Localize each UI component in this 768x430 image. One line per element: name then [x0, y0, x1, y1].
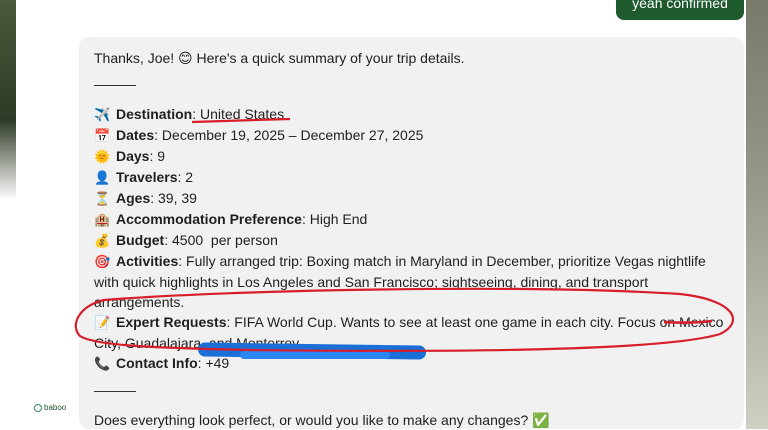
- divider-top: [94, 85, 136, 86]
- summary-value: +49: [205, 355, 230, 371]
- summary-item-destination: ✈️ Destination: United States: [94, 104, 728, 125]
- summary-label: Accommodation Preference: [116, 211, 302, 227]
- summary-value: 2: [185, 169, 194, 185]
- summary-label: Expert Requests: [116, 314, 227, 330]
- background-photo-right: [746, 0, 768, 429]
- baboo-logo-icon: [34, 403, 42, 412]
- phone-icon: 📞: [94, 356, 111, 371]
- bot-avatar-label: baboo: [44, 403, 67, 412]
- summary-label: Budget: [116, 232, 165, 248]
- summary-item-travelers: 👤 Travelers: 2: [94, 167, 728, 188]
- airplane-icon: ✈️: [94, 107, 111, 122]
- bot-avatar: baboo: [34, 403, 66, 412]
- summary-value: 4500 per person: [172, 232, 278, 248]
- money-bag-icon: 💰: [94, 233, 111, 248]
- memo-icon: 📝: [94, 315, 111, 330]
- user-message-bubble: yeah confirmed: [616, 0, 744, 20]
- target-icon: 🎯: [94, 254, 111, 269]
- sun-icon: 🌞: [94, 149, 111, 164]
- summary-value: 9: [157, 148, 166, 164]
- bot-message-bubble: Thanks, Joe! 😊 Here's a quick summary of…: [79, 37, 744, 429]
- user-message-text: yeah confirmed: [632, 0, 728, 11]
- redaction-scribble-2: [240, 351, 390, 359]
- summary-value: High End: [309, 211, 368, 227]
- summary-value: December 19, 2025 – December 27, 2025: [161, 127, 424, 143]
- summary-label: Destination: [116, 106, 193, 122]
- summary-label: Contact Info: [116, 355, 198, 371]
- hotel-icon: 🏨: [94, 212, 111, 227]
- background-photo-left: [0, 0, 16, 200]
- summary-item-budget: 💰 Budget: 4500 per person: [94, 230, 728, 251]
- summary-item-accommodation: 🏨 Accommodation Preference: High End: [94, 209, 728, 230]
- closing-question: Does everything look perfect, or would y…: [94, 412, 550, 428]
- intro-text: Thanks, Joe! 😊 Here's a quick summary of…: [94, 50, 465, 66]
- summary-value: Fully arranged trip: Boxing match in Mar…: [94, 253, 706, 310]
- summary-label: Days: [116, 148, 150, 164]
- divider-bottom: [94, 391, 136, 392]
- summary-value: 39, 39: [158, 190, 197, 206]
- summary-value: United States: [200, 106, 285, 122]
- summary-item-ages: ⏳ Ages: 39, 39: [94, 188, 728, 209]
- person-icon: 👤: [94, 170, 111, 185]
- summary-item-dates: 📅 Dates: December 19, 2025 – December 27,…: [94, 125, 728, 146]
- summary-label: Activities: [116, 253, 179, 269]
- summary-label: Dates: [116, 127, 155, 143]
- summary-label: Ages: [116, 190, 151, 206]
- hourglass-icon: ⏳: [94, 191, 111, 206]
- summary-label: Travelers: [116, 169, 178, 185]
- summary-item-days: 🌞 Days: 9: [94, 146, 728, 167]
- summary-item-activities: 🎯 Activities: Fully arranged trip: Boxing…: [94, 253, 706, 310]
- calendar-icon: 📅: [94, 128, 111, 143]
